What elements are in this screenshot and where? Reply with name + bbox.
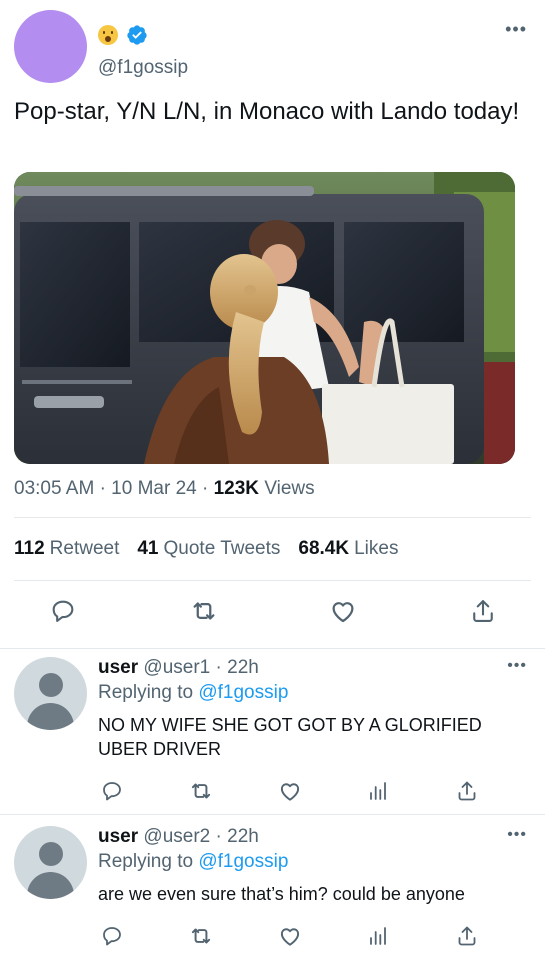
reply-time: 22h [227, 826, 259, 847]
analytics-icon[interactable] [364, 922, 392, 950]
tweet-photo[interactable] [14, 172, 515, 464]
reply-author-handle[interactable]: @user2 [143, 826, 210, 847]
replying-to: Replying to @f1gossip [98, 851, 288, 873]
avatar[interactable] [14, 826, 87, 899]
meta-separator: · [210, 657, 228, 678]
tweet-header: @f1gossip ••• [14, 10, 531, 85]
share-icon[interactable] [453, 922, 481, 950]
replying-mention[interactable]: @f1gossip [198, 851, 288, 872]
reply-author-name[interactable]: user [98, 657, 138, 678]
reply-author-handle[interactable]: @user1 [143, 657, 210, 678]
quotes-label: Quote Tweets [163, 538, 281, 559]
photo-image [14, 172, 515, 464]
views-label: Views [264, 478, 315, 499]
reply-author-name[interactable]: user [98, 826, 138, 847]
reply-icon[interactable] [98, 777, 126, 805]
like-icon[interactable] [276, 922, 304, 950]
likes-label: Likes [354, 538, 399, 559]
retweets-count: 112 [14, 538, 45, 559]
divider [0, 814, 545, 815]
likes-stat[interactable]: 68.4K Likes [298, 538, 398, 560]
reply-author-row: user @user1 · 22h [98, 657, 259, 679]
tweet-time: 03:05 AM [14, 478, 95, 499]
tweet-stats: 112 Retweet 41 Quote Tweets 68.4K Likes [14, 538, 398, 560]
reply-item[interactable]: user @user1 · 22h ••• Replying to @f1gos… [0, 657, 545, 812]
quotes-count: 41 [137, 538, 159, 559]
author-avatar[interactable] [14, 10, 87, 83]
tweet-text: Pop-star, Y/N L/N, in Monaco with Lando … [14, 98, 520, 125]
more-options-icon[interactable]: ••• [507, 827, 527, 843]
reply-text: NO MY WIFE SHE GOT GOT BY A GLORIFIED UB… [98, 715, 482, 759]
quotes-stat[interactable]: 41 Quote Tweets [137, 538, 280, 560]
more-options-icon[interactable]: ••• [505, 20, 527, 38]
replying-prefix: Replying to [98, 682, 194, 703]
more-options-icon[interactable]: ••• [507, 658, 527, 674]
reply-actions [98, 922, 518, 950]
divider [0, 648, 545, 649]
avatar[interactable] [14, 657, 87, 730]
hushed-face-emoji-icon [98, 25, 118, 45]
retweet-icon[interactable] [187, 777, 215, 805]
divider [14, 580, 531, 581]
share-icon[interactable] [453, 777, 481, 805]
views-count: 123K [213, 478, 260, 499]
author-handle[interactable]: @f1gossip [98, 57, 188, 79]
retweet-icon[interactable] [186, 593, 222, 629]
verified-badge-icon [126, 24, 148, 46]
avatar-placeholder-body [27, 703, 74, 730]
reply-icon[interactable] [98, 922, 126, 950]
reply-icon[interactable] [45, 593, 81, 629]
like-icon[interactable] [325, 593, 361, 629]
reply-item[interactable]: user @user2 · 22h ••• Replying to @f1gos… [0, 826, 545, 960]
retweets-stat[interactable]: 112 Retweet [14, 538, 119, 560]
meta-separator: · [99, 478, 106, 499]
reply-text: are we even sure that’s him? could be an… [98, 884, 465, 904]
tweet-actions [14, 593, 531, 633]
replying-mention[interactable]: @f1gossip [198, 682, 288, 703]
analytics-icon[interactable] [364, 777, 392, 805]
tweet-date: 10 Mar 24 [111, 478, 197, 499]
reply-author-row: user @user2 · 22h [98, 826, 259, 848]
share-icon[interactable] [465, 593, 501, 629]
retweet-icon[interactable] [187, 922, 215, 950]
avatar-placeholder-head [39, 673, 63, 697]
avatar-placeholder-head [39, 842, 63, 866]
replying-prefix: Replying to [98, 851, 194, 872]
reply-actions [98, 777, 518, 805]
divider [14, 517, 531, 518]
retweets-label: Retweet [49, 538, 120, 559]
avatar-placeholder-body [27, 872, 74, 899]
like-icon[interactable] [276, 777, 304, 805]
tweet-meta: 03:05 AM · 10 Mar 24 · 123K Views [14, 478, 315, 500]
likes-count: 68.4K [298, 538, 350, 559]
meta-separator: · [202, 478, 209, 499]
author-name-row [98, 23, 148, 47]
meta-separator: · [210, 826, 228, 847]
replying-to: Replying to @f1gossip [98, 682, 288, 704]
reply-time: 22h [227, 657, 259, 678]
